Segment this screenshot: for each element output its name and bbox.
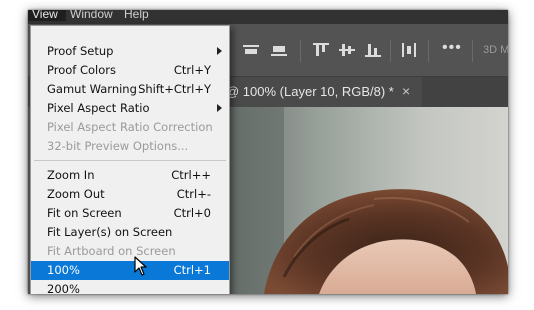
menu-item-label: 100% bbox=[47, 263, 80, 277]
menu-item-gamut-warning[interactable]: Gamut Warning Shift+Ctrl+Y bbox=[31, 80, 229, 99]
toolbar-divider bbox=[428, 40, 429, 62]
menu-item-label: Proof Colors bbox=[47, 63, 116, 77]
menu-item-label: Pixel Aspect Ratio Correction bbox=[47, 120, 213, 134]
menu-item-label: Zoom In bbox=[47, 168, 95, 182]
more-options-button[interactable]: ••• bbox=[442, 39, 462, 57]
menu-item-fit-on-screen[interactable]: Fit on Screen Ctrl+0 bbox=[31, 204, 229, 223]
toolbar-divider bbox=[300, 40, 301, 62]
menu-item-fit-layer-s-on-screen[interactable]: Fit Layer(s) on Screen bbox=[31, 223, 229, 242]
menu-item-shortcut: Ctrl+Y bbox=[173, 63, 211, 77]
menu-help[interactable]: Help bbox=[124, 10, 149, 21]
menu-item-shortcut: Ctrl+0 bbox=[173, 206, 211, 220]
menu-item-zoom-in[interactable]: Zoom In Ctrl++ bbox=[31, 166, 229, 185]
menu-item-pixel-aspect-ratio[interactable]: Pixel Aspect Ratio bbox=[31, 99, 229, 118]
menu-item-label: Pixel Aspect Ratio bbox=[47, 101, 150, 115]
menu-item-proof-colors[interactable]: Proof Colors Ctrl+Y bbox=[31, 61, 229, 80]
menu-item-shortcut: Ctrl+1 bbox=[173, 263, 211, 277]
document-tab-title: @ 100% (Layer 10, RGB/8) * bbox=[226, 84, 394, 99]
menu-item-label: Fit Layer(s) on Screen bbox=[47, 225, 173, 239]
submenu-arrow-icon bbox=[217, 47, 222, 55]
menu-item-label: Fit on Screen bbox=[47, 206, 122, 220]
menu-item-proof-setup[interactable]: Proof Setup bbox=[31, 42, 229, 61]
menu-item-pixel-aspect-ratio-correction: Pixel Aspect Ratio Correction bbox=[31, 118, 229, 137]
close-icon[interactable]: × bbox=[402, 83, 410, 99]
menu-item-label: 32-bit Preview Options... bbox=[47, 139, 189, 153]
align-bottom-icon[interactable] bbox=[364, 42, 382, 58]
menu-item-label: Gamut Warning bbox=[47, 82, 137, 96]
menu-item-label: Zoom Out bbox=[47, 187, 105, 201]
mouse-cursor-icon bbox=[134, 256, 148, 276]
distribute-icon[interactable] bbox=[400, 42, 418, 58]
view-menu-dropdown: Proof Setup Proof Colors Ctrl+Y Gamut Warni… bbox=[30, 25, 230, 294]
menu-bar: View Window Help bbox=[28, 10, 508, 24]
toolbar-divider bbox=[472, 40, 473, 62]
menu-view[interactable]: View bbox=[28, 10, 66, 21]
align-top-icon[interactable] bbox=[312, 42, 330, 58]
menu-item-32-bit-preview-options: 32-bit Preview Options... bbox=[31, 137, 229, 156]
photoshop-window: View Window Help ••• 3D M @ 100% (Layer … bbox=[28, 10, 508, 294]
canvas[interactable] bbox=[224, 107, 508, 294]
photo-image bbox=[224, 107, 508, 294]
align-horizontal-icon[interactable] bbox=[242, 42, 260, 58]
align-vertical-center-icon[interactable] bbox=[338, 42, 356, 58]
menu-item-zoom-out[interactable]: Zoom Out Ctrl+- bbox=[31, 185, 229, 204]
menu-item-label: Fit Artboard on Screen bbox=[47, 244, 176, 258]
document-tab[interactable]: @ 100% (Layer 10, RGB/8) * × bbox=[224, 77, 422, 107]
menu-item-shortcut: Ctrl++ bbox=[171, 168, 211, 182]
menu-window[interactable]: Window bbox=[70, 10, 113, 21]
align-horizontal-center-icon[interactable] bbox=[270, 42, 288, 58]
3d-mode-label[interactable]: 3D M bbox=[483, 44, 508, 56]
menu-item-label: 200% bbox=[47, 282, 80, 294]
menu-item-200[interactable]: 200% bbox=[31, 280, 229, 294]
menu-item-shortcut: Ctrl+- bbox=[176, 187, 211, 201]
menu-item-label: Proof Setup bbox=[47, 44, 114, 58]
menu-item-fit-artboard-on-screen: Fit Artboard on Screen bbox=[31, 242, 229, 261]
menu-separator bbox=[34, 160, 226, 161]
menu-item-100[interactable]: 100% Ctrl+1 bbox=[31, 261, 229, 280]
submenu-arrow-icon bbox=[217, 104, 222, 112]
menu-item-shortcut: Shift+Ctrl+Y bbox=[138, 82, 211, 96]
toolbar-divider bbox=[390, 40, 391, 62]
